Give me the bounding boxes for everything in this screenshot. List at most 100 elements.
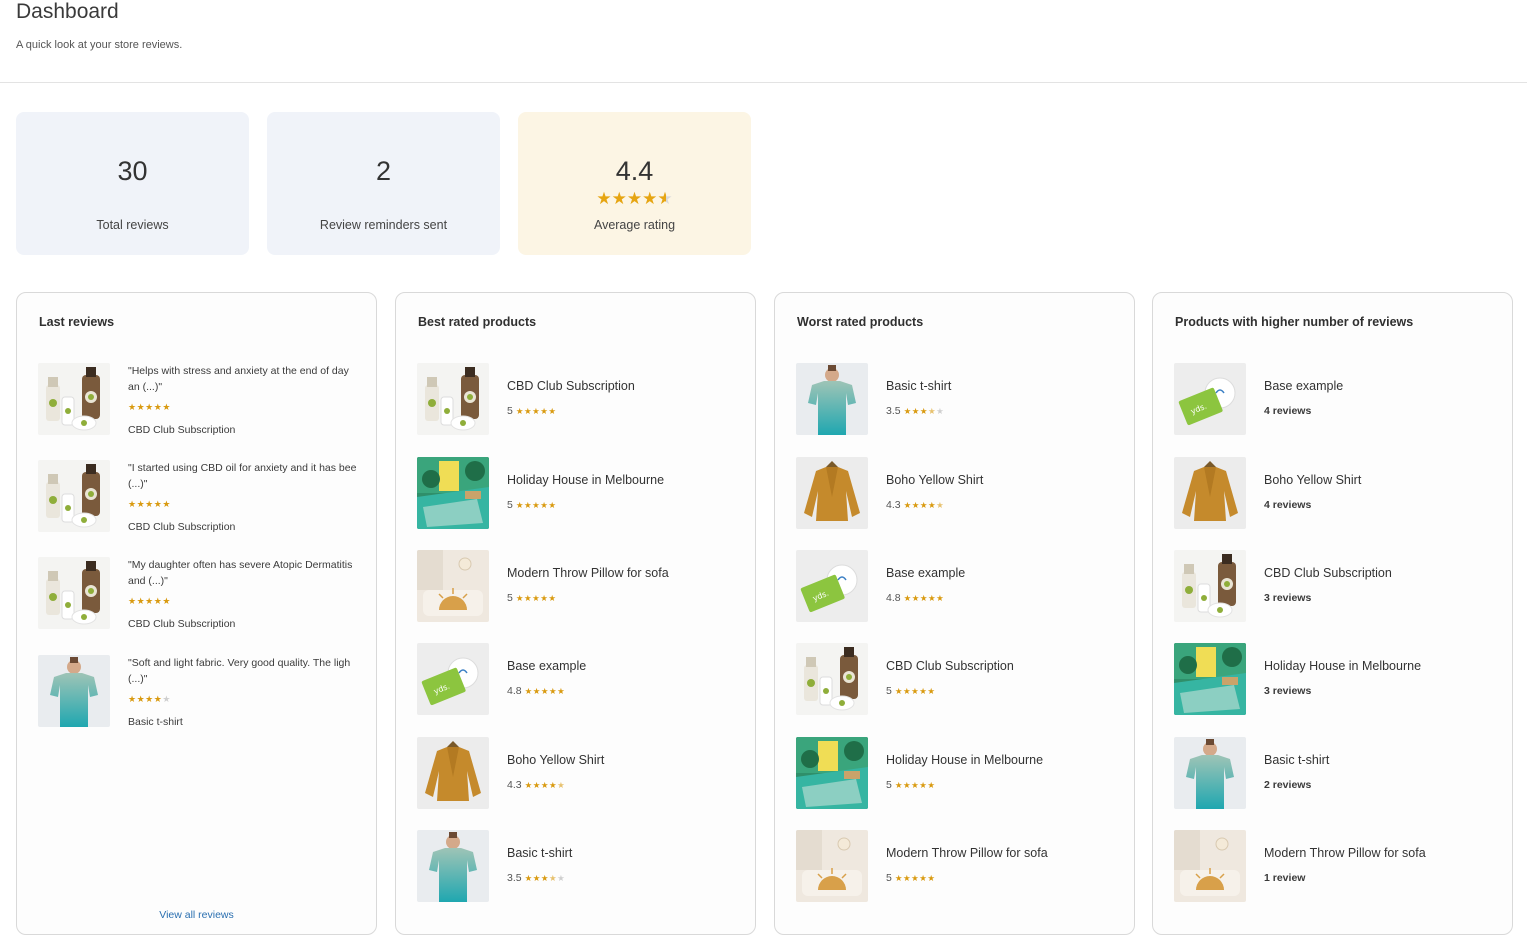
panel-last-reviews: Last reviews View all reviews "Helps wit… bbox=[16, 292, 377, 935]
star-icon: ★ bbox=[128, 402, 137, 412]
product-thumbnail bbox=[796, 457, 868, 529]
review-quote: "My daughter often has severe Atopic Der… bbox=[128, 559, 353, 587]
product-name: Basic t-shirt bbox=[1264, 753, 1330, 767]
product-review-count: 2 reviews bbox=[1264, 779, 1312, 791]
panel-best-rated: Best rated products CBD Club Subscriptio… bbox=[395, 292, 756, 935]
stat-card-total-reviews: 30 Total reviews bbox=[16, 112, 249, 255]
star-icon: ★ bbox=[902, 873, 912, 883]
star-icon: ★ bbox=[532, 593, 541, 603]
product-list-item[interactable]: Holiday House in Melbourne 5 ★★★★★ bbox=[417, 457, 747, 529]
product-name: Holiday House in Melbourne bbox=[507, 473, 665, 487]
star-icon: ★ bbox=[523, 406, 533, 416]
product-rating-stars: ★★★★★ bbox=[516, 406, 557, 416]
star-icon: ★ bbox=[911, 780, 920, 790]
star-icon: ★ bbox=[128, 499, 137, 509]
star-icon: ★ bbox=[145, 402, 154, 412]
product-name: Boho Yellow Shirt bbox=[507, 753, 605, 767]
product-list-item[interactable]: Modern Throw Pillow for sofa 5 ★★★★★ bbox=[796, 830, 1126, 902]
star-icon: ★ bbox=[136, 402, 146, 412]
product-rating-stars: ★★★★★ bbox=[895, 873, 936, 883]
star-icon: ★ bbox=[919, 593, 928, 603]
star-icon: ★ bbox=[548, 873, 558, 883]
product-thumbnail bbox=[796, 363, 868, 435]
star-icon: ★ bbox=[911, 500, 920, 510]
product-name: Modern Throw Pillow for sofa bbox=[1264, 846, 1426, 860]
product-review-count: 4 reviews bbox=[1264, 499, 1312, 511]
review-product-name: Basic t-shirt bbox=[128, 716, 183, 728]
stat-label-average-rating: Average rating bbox=[593, 218, 676, 232]
stat-value-average-rating: 4.4 bbox=[615, 156, 654, 186]
product-rating-stars: ★★★★★ bbox=[904, 406, 945, 416]
review-list-item[interactable]: "Soft and light fabric. Very good qualit… bbox=[38, 655, 368, 747]
product-name: CBD Club Subscription bbox=[1264, 566, 1392, 580]
product-thumbnail bbox=[38, 557, 110, 629]
product-list-item[interactable]: yds. Base example 4.8 ★★★★★ bbox=[796, 550, 1126, 622]
star-icon: ★ bbox=[927, 780, 936, 790]
product-rating-value: 3.5 bbox=[507, 872, 522, 884]
product-thumbnail: yds. bbox=[417, 643, 489, 715]
product-rating-value: 5 bbox=[886, 779, 892, 791]
star-icon: ★ bbox=[162, 596, 171, 606]
stat-label-reminders-sent: Review reminders sent bbox=[319, 218, 448, 232]
product-list-item[interactable]: Boho Yellow Shirt 4.3 ★★★★★ bbox=[796, 457, 1126, 529]
product-thumbnail bbox=[417, 737, 489, 809]
product-list-item[interactable]: CBD Club Subscription 3 reviews bbox=[1174, 550, 1504, 622]
product-list-item[interactable]: Boho Yellow Shirt 4.3 ★★★★★ bbox=[417, 737, 747, 809]
product-rating-stars: ★★★★★ bbox=[525, 686, 566, 696]
star-icon: ★ bbox=[936, 406, 945, 416]
product-thumbnail bbox=[38, 460, 110, 532]
star-icon: ★ bbox=[548, 406, 557, 416]
product-list-item[interactable]: yds. Base example 4.8 ★★★★★ bbox=[417, 643, 747, 715]
product-rating-value: 5 bbox=[507, 592, 513, 604]
star-icon: ★ bbox=[936, 500, 945, 510]
product-thumbnail bbox=[796, 737, 868, 809]
panel-most-reviewed: Products with higher number of reviews y… bbox=[1152, 292, 1513, 935]
product-rating: 4.3 ★★★★★ bbox=[507, 779, 565, 791]
star-icon: ★ bbox=[557, 780, 566, 790]
product-rating: 5 ★★★★★ bbox=[507, 499, 556, 511]
star-icon: ★ bbox=[128, 694, 137, 704]
product-name: Base example bbox=[886, 566, 966, 580]
star-icon: ★ bbox=[136, 694, 146, 704]
product-thumbnail bbox=[417, 550, 489, 622]
product-list-item[interactable]: Basic t-shirt 3.5 ★★★★★ bbox=[796, 363, 1126, 435]
product-list-item[interactable]: Modern Throw Pillow for sofa 1 review bbox=[1174, 830, 1504, 902]
review-quote: "Soft and light fabric. Very good qualit… bbox=[128, 657, 351, 685]
star-icon: ★ bbox=[596, 189, 612, 208]
review-list-item[interactable]: "I started using CBD oil for anxiety and… bbox=[38, 460, 368, 552]
product-list-item[interactable]: yds. Base example 4 reviews bbox=[1174, 363, 1504, 435]
star-icon: ★ bbox=[903, 593, 912, 603]
star-icon: ★ bbox=[540, 873, 549, 883]
product-name: Boho Yellow Shirt bbox=[886, 473, 984, 487]
view-all-reviews-link[interactable]: View all reviews bbox=[17, 909, 376, 921]
star-icon: ★ bbox=[927, 500, 937, 510]
product-list-item[interactable]: CBD Club Subscription 5 ★★★★★ bbox=[417, 363, 747, 435]
star-icon: ★ bbox=[548, 780, 558, 790]
product-list-item[interactable]: CBD Club Subscription 5 ★★★★★ bbox=[796, 643, 1126, 715]
page-title: Dashboard bbox=[16, 0, 119, 23]
star-icon: ★ bbox=[540, 780, 549, 790]
product-list-item[interactable]: Boho Yellow Shirt 4 reviews bbox=[1174, 457, 1504, 529]
product-rating: 5 ★★★★★ bbox=[886, 779, 935, 791]
product-name: Basic t-shirt bbox=[507, 846, 573, 860]
review-list-item[interactable]: "My daughter often has severe Atopic Der… bbox=[38, 557, 368, 649]
product-list-item[interactable]: Holiday House in Melbourne 5 ★★★★★ bbox=[796, 737, 1126, 809]
product-list-item[interactable]: Basic t-shirt 3.5 ★★★★★ bbox=[417, 830, 747, 902]
review-list-item[interactable]: "Helps with stress and anxiety at the en… bbox=[38, 363, 368, 455]
product-rating: 5 ★★★★★ bbox=[507, 592, 556, 604]
product-list-item[interactable]: Modern Throw Pillow for sofa 5 ★★★★★ bbox=[417, 550, 747, 622]
product-name: Modern Throw Pillow for sofa bbox=[507, 566, 669, 580]
star-icon: ★ bbox=[145, 694, 154, 704]
product-thumbnail: yds. bbox=[1174, 363, 1246, 435]
product-list-item[interactable]: Basic t-shirt 2 reviews bbox=[1174, 737, 1504, 809]
review-stars: ★★★★★ bbox=[128, 499, 171, 510]
product-name: Holiday House in Melbourne bbox=[886, 753, 1044, 767]
product-thumbnail bbox=[1174, 737, 1246, 809]
product-rating-stars: ★★★★★ bbox=[895, 686, 936, 696]
stat-value-total-reviews: 30 bbox=[117, 156, 148, 186]
product-thumbnail: yds. bbox=[796, 550, 868, 622]
product-list-item[interactable]: Holiday House in Melbourne 3 reviews bbox=[1174, 643, 1504, 715]
product-name: Base example bbox=[507, 659, 587, 673]
product-name: Basic t-shirt bbox=[886, 379, 952, 393]
star-icon: ★ bbox=[145, 596, 154, 606]
